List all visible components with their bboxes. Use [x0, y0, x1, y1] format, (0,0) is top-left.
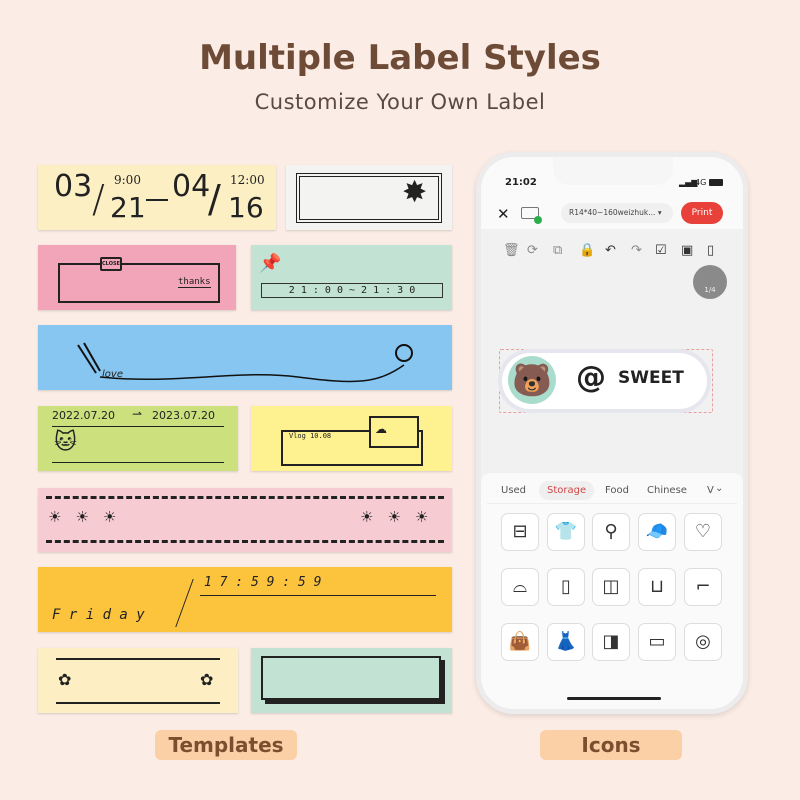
- template-date-range: 03 9:00 / 21 04 / 12:00 16: [38, 165, 276, 230]
- dash: [146, 199, 168, 201]
- delete-icon[interactable]: 🗑: [503, 243, 520, 258]
- template-close-thanks: CLOSE thanks: [38, 245, 236, 310]
- arrow-icon: ⇀: [132, 407, 143, 421]
- template-flower-bar: ✿ ✿: [38, 648, 238, 713]
- date-to: 2023.07.20: [152, 409, 215, 422]
- date-from: 2022.07.20: [52, 409, 115, 422]
- redo-icon[interactable]: ↷: [631, 243, 642, 258]
- caption-icons: Icons: [540, 730, 682, 760]
- tshirt-icon[interactable]: ♡: [684, 513, 722, 551]
- tab-more[interactable]: V: [707, 485, 714, 496]
- template-vlog-tv: Vlog 10.08 ☁: [251, 406, 452, 471]
- template-select-value: R14*40~160weizhuk...: [569, 208, 656, 217]
- time-range-text: 2 1 : 0 0 ~ 2 1 : 3 0: [261, 283, 443, 298]
- template-friday-clock: F r i d a y 1 7 : 5 9 : 5 9: [38, 567, 452, 632]
- day-1: 21: [110, 191, 146, 224]
- page-indicator: 1/4: [704, 286, 716, 294]
- cat-icon: 🐱: [54, 430, 77, 455]
- tab-used[interactable]: Used: [501, 485, 526, 496]
- pencil-line-drawing: [77, 342, 413, 383]
- month-2: 04: [172, 169, 211, 204]
- love-text: love: [102, 369, 123, 380]
- tab-food[interactable]: Food: [605, 485, 629, 496]
- chevron-down-icon: ▾: [657, 208, 662, 217]
- thanks-text: thanks: [178, 277, 211, 288]
- label-canvas[interactable]: 🐻 @ SWEET: [499, 349, 713, 413]
- hat-icon[interactable]: ⌓: [501, 568, 539, 606]
- label-text: SWEET: [618, 368, 684, 388]
- time-2: 12:00: [230, 173, 265, 187]
- copy-icon[interactable]: ⧉: [553, 243, 562, 258]
- washing-machine-icon[interactable]: ◎: [684, 623, 722, 661]
- toilet-paper-icon[interactable]: ◫: [592, 568, 630, 606]
- wardrobe-icon[interactable]: ◨: [592, 623, 630, 661]
- zoom-ratio-icon[interactable]: ▣: [681, 243, 693, 258]
- template-select[interactable]: R14*40~160weizhuk... ▾: [561, 203, 673, 223]
- dress-icon[interactable]: 👗: [547, 623, 585, 661]
- page-indicator-button[interactable]: 1/4: [693, 265, 727, 299]
- cap-icon[interactable]: 🧢: [638, 513, 676, 551]
- close-sign-icon: CLOSE: [100, 257, 122, 271]
- print-button[interactable]: Print: [681, 202, 723, 224]
- template-flower-frame: ✸: [286, 165, 452, 230]
- month-1: 03: [54, 169, 93, 204]
- caption-templates: Templates: [155, 730, 297, 760]
- status-time: 21:02: [505, 177, 537, 188]
- microwave-icon[interactable]: ▭: [638, 623, 676, 661]
- flower-icon: ✸: [402, 175, 428, 210]
- home-indicator: [567, 697, 661, 700]
- undo-icon[interactable]: ↶: [605, 243, 616, 258]
- chevron-down-icon[interactable]: ⌄: [715, 483, 723, 494]
- template-love-line: love: [38, 325, 452, 390]
- box-icon[interactable]: ⊟: [501, 513, 539, 551]
- template-sun-border: ☀☀☀ ☀☀☀: [38, 488, 452, 552]
- lock-icon[interactable]: 🔒: [579, 243, 595, 258]
- pushpin-icon: 📌: [259, 253, 282, 274]
- sun-icons: ☀☀☀: [360, 508, 443, 526]
- vlog-text: Vlog 10.08: [289, 432, 332, 440]
- flower-icon: ✿: [200, 670, 214, 689]
- toothbrush-cup-icon[interactable]: ⊔: [638, 568, 676, 606]
- handbag-icon[interactable]: 👜: [501, 623, 539, 661]
- fridge-icon[interactable]: ▯: [547, 568, 585, 606]
- notch: [553, 157, 673, 185]
- rotate-icon[interactable]: ⟳: [527, 243, 538, 258]
- multi-select-icon[interactable]: ☑: [655, 243, 667, 258]
- bear-icon: 🐻: [508, 356, 556, 404]
- slash: /: [92, 177, 105, 221]
- connected-check-icon: [534, 216, 542, 224]
- tab-storage[interactable]: Storage: [539, 481, 595, 500]
- align-icon[interactable]: ▯: [707, 243, 714, 258]
- page-subtitle: Customize Your Own Label: [254, 90, 546, 114]
- sweater-icon[interactable]: 👕: [547, 513, 585, 551]
- tv-icon: ☁: [369, 416, 419, 448]
- slash: /: [208, 177, 221, 221]
- template-date-span: 2022.07.20 ⇀ 2023.07.20 🐱: [38, 406, 238, 471]
- lamp-icon[interactable]: ⚲: [592, 513, 630, 551]
- tab-chinese[interactable]: Chinese: [647, 485, 687, 496]
- lollipop-icon: @: [576, 360, 606, 395]
- battery-icon: [709, 179, 723, 186]
- clock-text: 1 7 : 5 9 : 5 9: [204, 575, 322, 590]
- template-time-range: 📌 2 1 : 0 0 ~ 2 1 : 3 0: [251, 245, 452, 310]
- sun-icons: ☀☀☀: [48, 508, 131, 526]
- phone-mockup: 21:02 ▂▄▆ 4G ✕ R14*40~160weizhuk... ▾ Pr…: [476, 152, 748, 714]
- boot-icon[interactable]: ⌐: [684, 568, 722, 606]
- weekday-text: F r i d a y: [52, 607, 145, 623]
- network-label: 4G: [695, 178, 707, 187]
- time-1: 9:00: [114, 173, 141, 187]
- close-icon[interactable]: ✕: [497, 205, 510, 223]
- day-2: 16: [228, 191, 264, 224]
- flower-icon: ✿: [58, 670, 72, 689]
- page-title: Multiple Label Styles: [199, 38, 601, 78]
- template-speech-bubble: [251, 648, 452, 713]
